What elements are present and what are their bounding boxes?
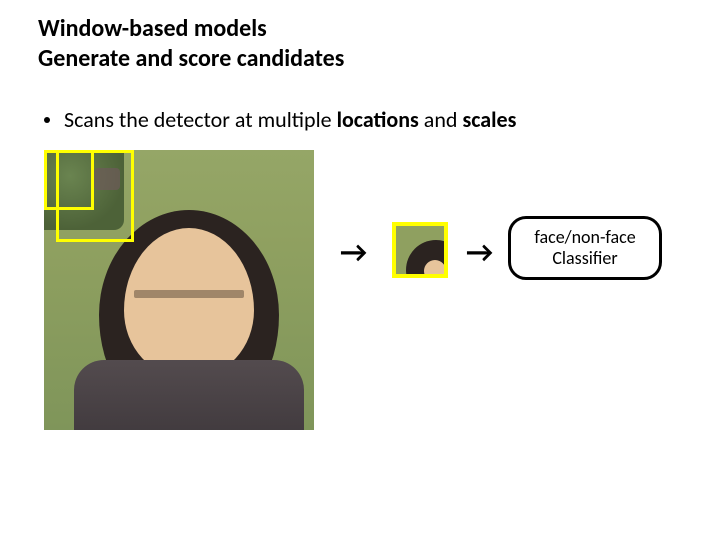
bullet-kw-scales: scales (462, 106, 516, 133)
scan-window-2 (56, 150, 134, 242)
bullet-item: Scans the detector at multiple locations… (44, 106, 516, 133)
cropped-window (392, 222, 448, 278)
crop-face (424, 260, 446, 278)
title-line-1: Window-based models (38, 14, 344, 44)
scene-person-glasses (134, 290, 244, 298)
classifier-box: face/non-face Classifier (508, 216, 662, 280)
classifier-line-1: face/non-face (534, 227, 635, 248)
slide: Window-based models Generate and score c… (0, 0, 720, 540)
slide-title: Window-based models Generate and score c… (38, 14, 344, 74)
bullet-prefix: Scans the detector at multiple (64, 106, 337, 133)
bullet-between: and (419, 106, 463, 133)
title-line-2: Generate and score candidates (38, 44, 344, 74)
classifier-line-2: Classifier (552, 248, 617, 269)
bullet-dot-icon (44, 117, 50, 123)
arrow-right-icon: → (340, 238, 367, 268)
bullet-text: Scans the detector at multiple locations… (64, 106, 516, 133)
arrow-right-icon: → (466, 238, 493, 268)
scene-person-body (74, 360, 304, 430)
bullet-kw-locations: locations (337, 106, 419, 133)
